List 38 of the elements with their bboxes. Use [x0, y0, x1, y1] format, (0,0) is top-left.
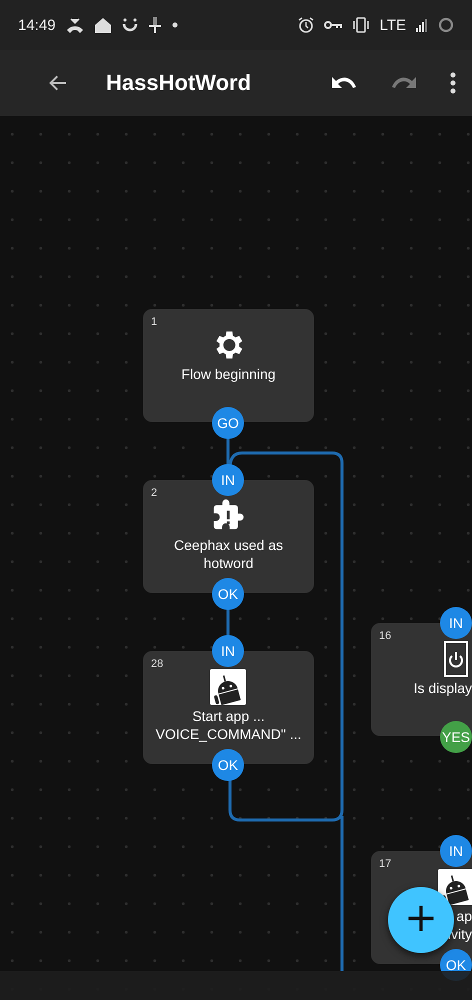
android-icon	[210, 669, 246, 705]
more-icon	[450, 72, 456, 94]
signal-icon	[416, 18, 428, 32]
port-handle[interactable]: IN	[212, 635, 244, 667]
node-label: Start app ...	[192, 707, 265, 725]
status-time: 14:49	[18, 16, 56, 34]
puzzle-alert-icon	[211, 498, 245, 532]
node-label: VOICE_COMMAND" ...	[156, 725, 302, 743]
port-handle[interactable]: IN	[440, 607, 472, 639]
node-number: 28	[151, 658, 164, 670]
battery-ring-icon	[438, 17, 454, 33]
port-handle[interactable]: GO	[212, 407, 244, 439]
node-label: Ceephax used as	[174, 536, 283, 554]
node-number: 1	[151, 316, 158, 328]
alarm-icon	[298, 17, 314, 33]
android-icon	[438, 869, 472, 905]
dot-icon	[172, 22, 178, 28]
flow-title: HassHotWord	[106, 70, 252, 96]
node-label: Is display	[414, 679, 472, 697]
port-handle[interactable]: OK	[212, 578, 244, 610]
node-label: Flow beginning	[181, 365, 276, 383]
home-icon	[94, 17, 112, 33]
missed-call-icon	[66, 17, 84, 33]
power-icon	[444, 641, 468, 677]
node-number: 16	[379, 630, 392, 642]
node-number: 17	[379, 858, 392, 870]
port-handle[interactable]: OK	[212, 749, 244, 781]
smile-icon	[122, 18, 138, 32]
key-icon	[324, 20, 342, 30]
node-number: 2	[151, 487, 158, 499]
port-handle[interactable]: IN	[212, 464, 244, 496]
port-handle[interactable]: YES	[440, 721, 472, 753]
network-type: LTE	[380, 16, 406, 34]
node-label: ap	[456, 907, 472, 925]
node-label: hotword	[204, 554, 254, 572]
vibrate-icon	[352, 17, 370, 33]
mic-off-icon	[148, 17, 162, 33]
port-handle[interactable]: IN	[440, 835, 472, 867]
